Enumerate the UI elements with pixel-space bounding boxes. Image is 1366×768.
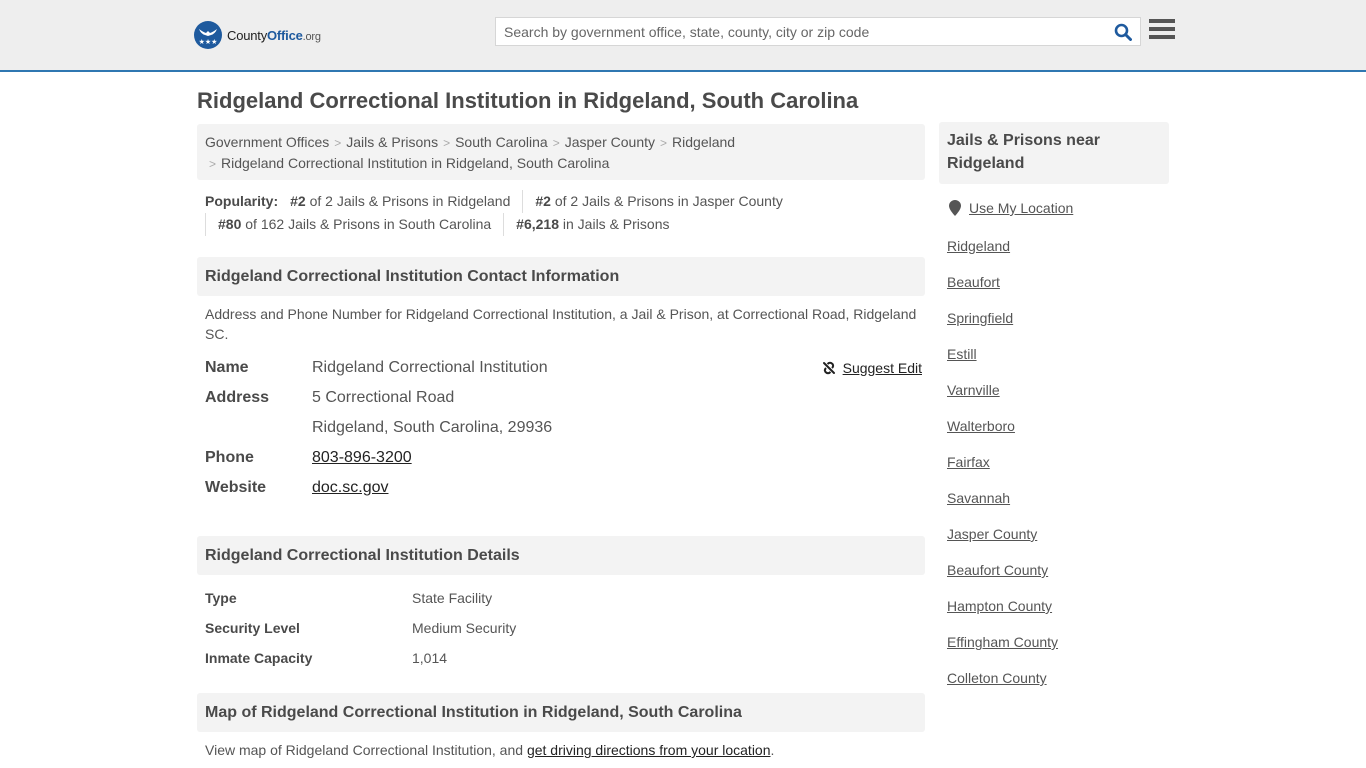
search-button[interactable] [1106, 18, 1140, 45]
details-value: State Facility [412, 590, 493, 606]
details-label: Security Level [205, 620, 300, 636]
chevron-right-icon: > [209, 157, 217, 171]
address-line2: Ridgeland, South Carolina, 29936 [312, 419, 553, 436]
nearby-item: Beaufort County [947, 560, 1058, 596]
nearby-item: Jasper County [947, 524, 1058, 560]
details-row-security-level: Security Level Medium Security [205, 613, 925, 643]
breadcrumb-ridgeland[interactable]: Ridgeland [672, 134, 735, 150]
nearby-item: Ridgeland [947, 236, 1058, 272]
details-value: 1,014 [412, 650, 448, 666]
details-section-heading: Ridgeland Correctional Institution Detai… [197, 536, 925, 575]
search-input[interactable] [496, 18, 1106, 45]
use-my-location[interactable]: Use My Location [949, 200, 1073, 216]
broken-link-icon [822, 361, 835, 375]
breadcrumb-current: Ridgeland Correctional Institution in Ri… [221, 155, 610, 171]
popularity-item: #80 of 162 Jails & Prisons in South Caro… [205, 213, 503, 236]
page-title: Ridgeland Correctional Institution in Ri… [197, 88, 859, 113]
chevron-right-icon: > [443, 136, 451, 150]
nearby-link-savannah[interactable]: Savannah [947, 490, 1010, 506]
details-row-type: Type State Facility [205, 583, 925, 613]
nearby-link-colleton-county[interactable]: Colleton County [947, 670, 1047, 686]
top-header: ★★★ CountyOffice.org [0, 0, 1366, 72]
breadcrumb-south-carolina[interactable]: South Carolina [455, 134, 548, 150]
nearby-item: Varnville [947, 380, 1058, 416]
sidebar-heading: Jails & Prisons near Ridgeland [939, 122, 1169, 184]
popularity-item: #2 of 2 Jails & Prisons in Jasper County [522, 190, 794, 213]
nearby-link-beaufort-county[interactable]: Beaufort County [947, 562, 1048, 578]
nearby-item: Springfield [947, 308, 1058, 344]
nearby-item: Walterboro [947, 416, 1058, 452]
nearby-link-ridgeland[interactable]: Ridgeland [947, 238, 1010, 254]
nearby-item: Beaufort [947, 272, 1058, 308]
popularity-label: Popularity: [205, 193, 279, 209]
nearby-item: Estill [947, 344, 1058, 380]
search-bar [495, 17, 1141, 46]
site-logo[interactable]: ★★★ CountyOffice.org [194, 21, 321, 49]
nearby-link-effingham-county[interactable]: Effingham County [947, 634, 1058, 650]
map-section-heading: Map of Ridgeland Correctional Institutio… [197, 693, 925, 732]
nearby-item: Fairfax [947, 452, 1058, 488]
details-row-inmate-capacity: Inmate Capacity 1,014 [205, 643, 925, 673]
nearby-item: Colleton County [947, 668, 1058, 704]
svg-text:★★★: ★★★ [199, 38, 218, 46]
phone-link[interactable]: 803-896-3200 [312, 449, 412, 466]
breadcrumb: Government Offices > Jails & Prisons > South… [197, 124, 925, 180]
nearby-link-hampton-county[interactable]: Hampton County [947, 598, 1052, 614]
contact-description: Address and Phone Number for Ridgeland C… [205, 306, 917, 342]
popularity-rankings: Popularity: #2 of 2 Jails & Prisons in Ri… [205, 190, 925, 236]
search-icon [1114, 23, 1132, 41]
driving-directions-link[interactable]: get driving directions from your locatio… [527, 742, 771, 758]
nearby-link-varnville[interactable]: Varnville [947, 382, 1000, 398]
popularity-item: #6,218 in Jails & Prisons [503, 213, 681, 236]
contact-table: Suggest Edit Name Ridgeland Correctional… [205, 353, 925, 503]
details-label: Inmate Capacity [205, 650, 313, 666]
nearby-item: Effingham County [947, 632, 1058, 668]
website-link[interactable]: doc.sc.gov [312, 479, 388, 496]
contact-section-heading: Ridgeland Correctional Institution Conta… [197, 257, 925, 296]
suggest-edit-link[interactable]: Suggest Edit [843, 360, 922, 376]
details-label: Type [205, 590, 237, 606]
hamburger-menu-icon[interactable] [1149, 19, 1175, 43]
address-line1: 5 Correctional Road [312, 389, 455, 406]
nearby-item: Savannah [947, 488, 1058, 524]
suggest-edit[interactable]: Suggest Edit [821, 360, 922, 376]
nearby-item: Hampton County [947, 596, 1058, 632]
logo-text: CountyOffice.org [227, 27, 321, 43]
contact-row-address: Address 5 Correctional Road [205, 383, 925, 413]
breadcrumb-jasper-county[interactable]: Jasper County [565, 134, 655, 150]
nearby-link-springfield[interactable]: Springfield [947, 310, 1013, 326]
contact-row-name: Name Ridgeland Correctional Institution [205, 353, 925, 383]
nearby-link-estill[interactable]: Estill [947, 346, 977, 362]
contact-row-website: Website doc.sc.gov [205, 473, 925, 503]
chevron-right-icon: > [660, 136, 668, 150]
chevron-right-icon: > [334, 136, 342, 150]
nearby-link-fairfax[interactable]: Fairfax [947, 454, 990, 470]
map-description: View map of Ridgeland Correctional Insti… [205, 742, 775, 758]
map-pin-icon [949, 200, 961, 216]
name-label: Name [205, 359, 249, 376]
use-my-location-link[interactable]: Use My Location [969, 200, 1073, 216]
phone-label: Phone [205, 449, 254, 466]
chevron-right-icon: > [552, 136, 560, 150]
nearby-link-walterboro[interactable]: Walterboro [947, 418, 1015, 434]
nearby-link-jasper-county[interactable]: Jasper County [947, 526, 1037, 542]
name-value: Ridgeland Correctional Institution [312, 359, 548, 376]
contact-row-address-2: Ridgeland, South Carolina, 29936 [205, 413, 925, 443]
popularity-item: #2 of 2 Jails & Prisons in Ridgeland [290, 193, 511, 209]
nearby-list: Ridgeland Beaufort Springfield Estill Va… [947, 236, 1058, 704]
breadcrumb-jails-prisons[interactable]: Jails & Prisons [346, 134, 438, 150]
nearby-link-beaufort[interactable]: Beaufort [947, 274, 1000, 290]
breadcrumb-government-offices[interactable]: Government Offices [205, 134, 329, 150]
address-label: Address [205, 389, 270, 406]
contact-row-phone: Phone 803-896-3200 [205, 443, 925, 473]
eagle-logo-icon: ★★★ [194, 21, 222, 49]
details-table: Type State Facility Security Level Mediu… [205, 583, 925, 673]
details-value: Medium Security [412, 620, 517, 636]
website-label: Website [205, 479, 267, 496]
